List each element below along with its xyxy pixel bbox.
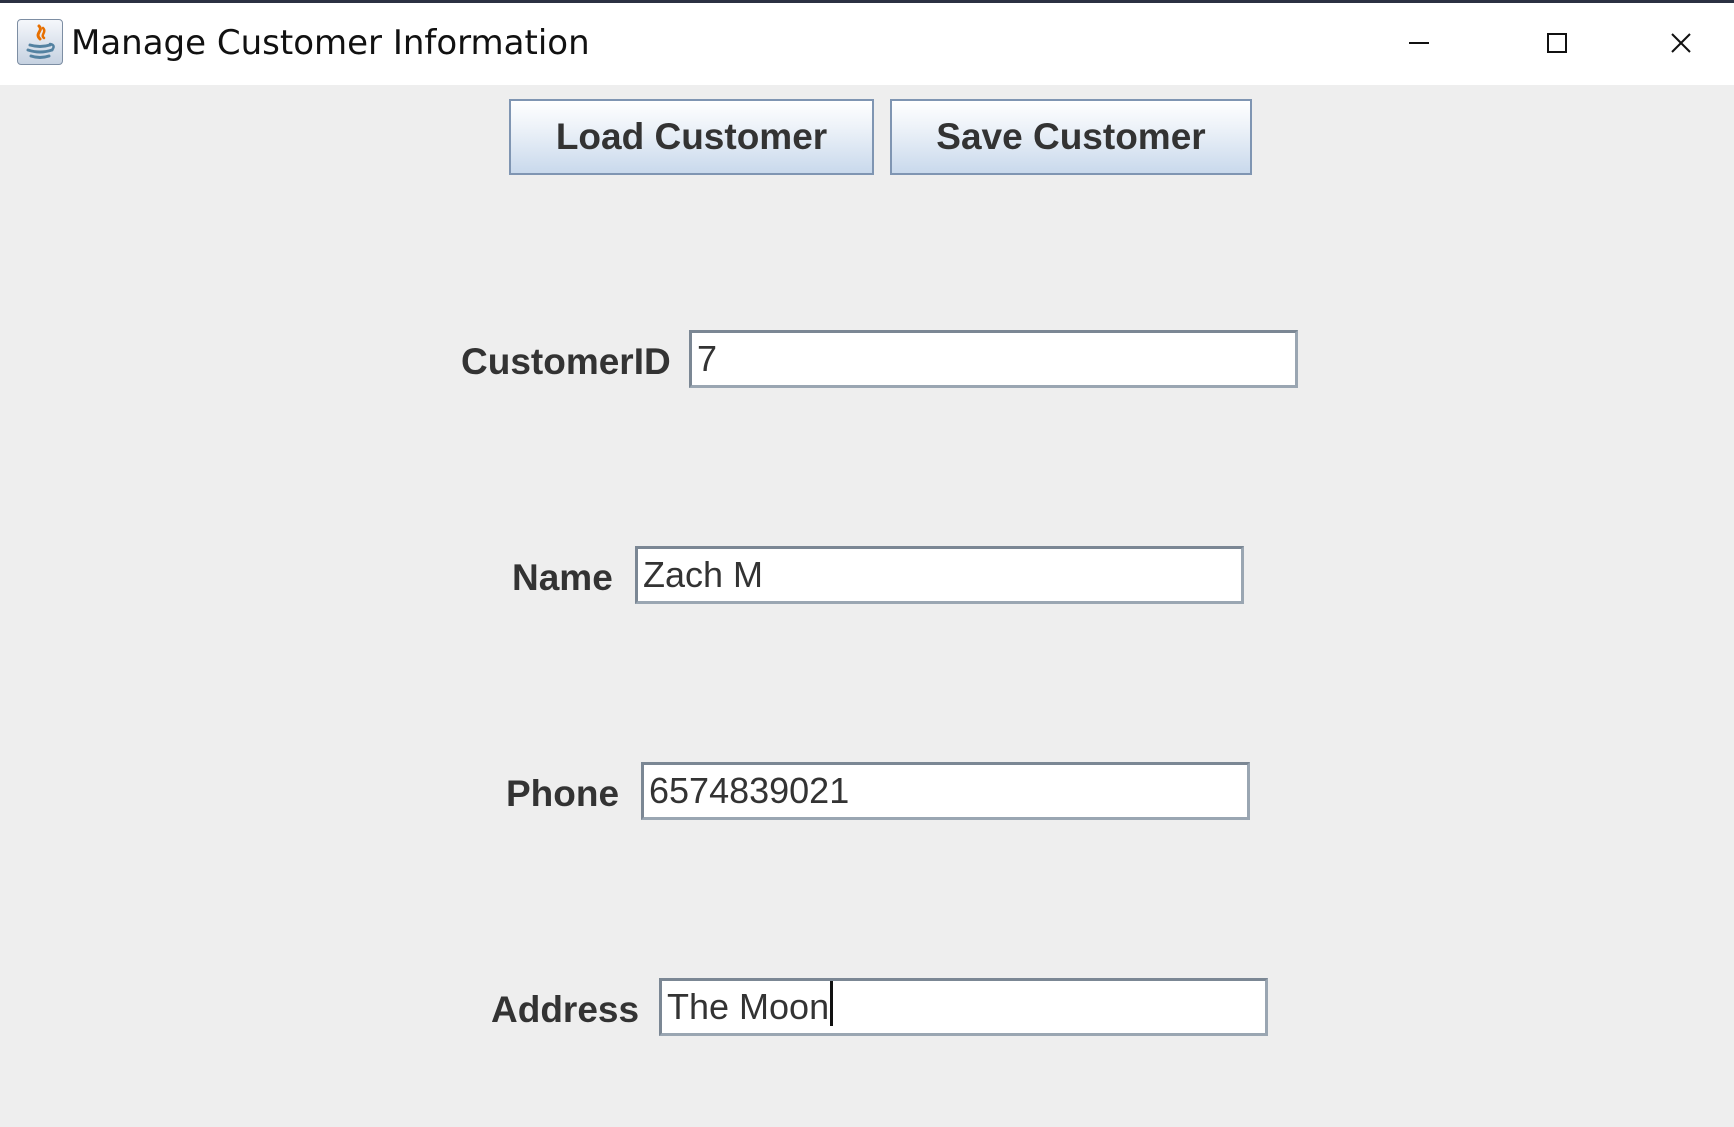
phone-value: 6574839021 [649, 770, 850, 811]
name-label: Name [512, 557, 613, 598]
address-field[interactable]: The Moon [659, 978, 1268, 1036]
text-cursor [830, 981, 834, 1026]
maximize-button[interactable] [1488, 3, 1624, 85]
save-customer-button[interactable]: Save Customer [890, 99, 1252, 175]
address-value: The Moon [667, 986, 830, 1027]
customer-id-value: 7 [697, 338, 718, 379]
phone-label: Phone [506, 773, 620, 814]
address-label: Address [491, 989, 640, 1030]
window-title: Manage Customer Information [71, 23, 590, 63]
minimize-button[interactable] [1350, 3, 1486, 85]
customer-form-panel: Load Customer Save Customer CustomerID 7… [0, 85, 1734, 1127]
title-bar[interactable]: Manage Customer Information [0, 3, 1734, 85]
name-value: Zach M [643, 554, 764, 595]
close-icon [1671, 33, 1691, 53]
customer-id-field[interactable]: 7 [689, 330, 1298, 388]
phone-field[interactable]: 6574839021 [641, 762, 1250, 820]
java-icon[interactable] [17, 19, 63, 65]
close-button[interactable] [1626, 3, 1734, 85]
maximize-icon [1547, 33, 1567, 53]
minimize-icon [1409, 42, 1429, 44]
app-window: Manage Customer Information Load Custome… [0, 0, 1734, 1127]
load-customer-button[interactable]: Load Customer [509, 99, 874, 175]
customer-id-label: CustomerID [461, 341, 671, 382]
name-field[interactable]: Zach M [635, 546, 1244, 604]
